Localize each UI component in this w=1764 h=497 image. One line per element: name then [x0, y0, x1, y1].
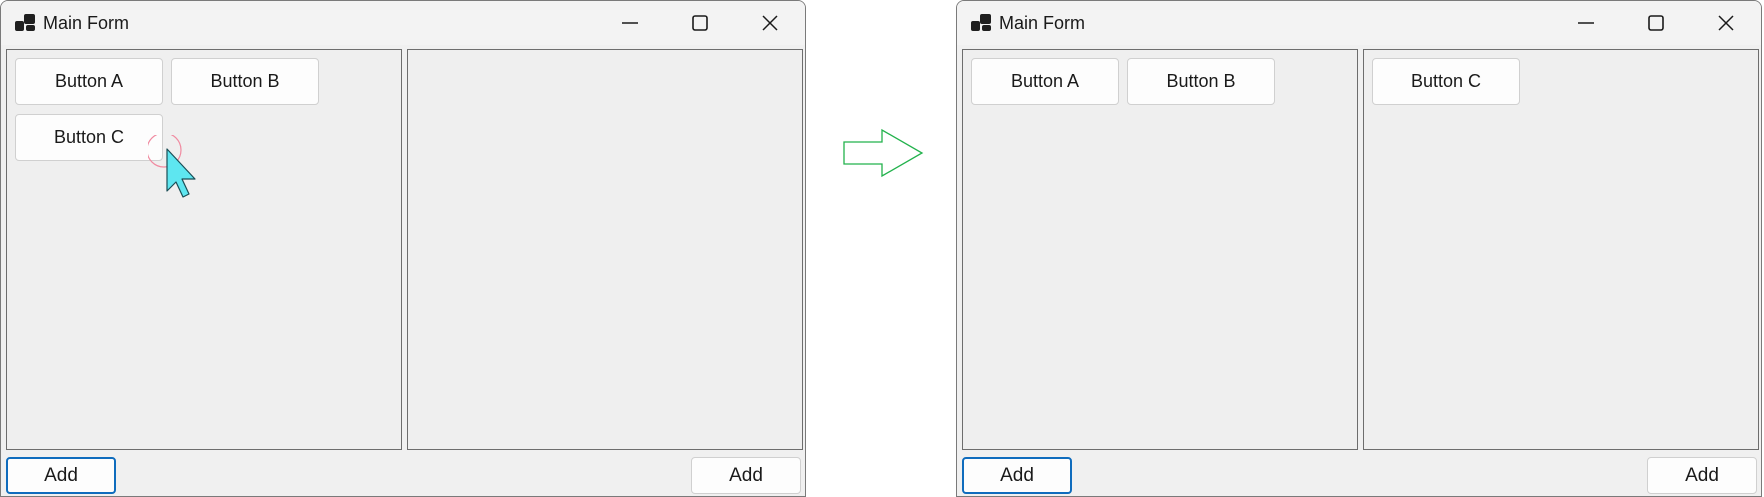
- app-icon: [971, 13, 991, 33]
- main-form-window-after: Main Form Button A Button B Button C Add…: [956, 0, 1762, 497]
- button-c[interactable]: Button C: [1372, 58, 1520, 105]
- main-form-window-before: Main Form Button A Button B Button C Add…: [0, 0, 806, 497]
- window-title: Main Form: [999, 13, 1086, 33]
- title-bar[interactable]: Main Form: [957, 1, 1761, 45]
- left-flow-panel: Button A Button B Button C: [6, 49, 402, 450]
- app-icon: [15, 13, 35, 33]
- button-b[interactable]: Button B: [171, 58, 319, 105]
- minimize-icon: [622, 22, 638, 24]
- right-arrow-icon: [843, 128, 924, 178]
- minimize-button[interactable]: [595, 1, 665, 45]
- minimize-icon: [1578, 22, 1594, 24]
- add-left-button[interactable]: Add: [962, 457, 1072, 494]
- add-left-button[interactable]: Add: [6, 457, 116, 494]
- button-a[interactable]: Button A: [15, 58, 163, 105]
- title-bar[interactable]: Main Form: [1, 1, 805, 45]
- button-b[interactable]: Button B: [1127, 58, 1275, 105]
- add-right-button[interactable]: Add: [691, 457, 801, 494]
- maximize-icon: [1648, 15, 1664, 31]
- mouse-cursor-icon: [148, 135, 196, 198]
- close-button[interactable]: [1691, 1, 1761, 45]
- add-right-button[interactable]: Add: [1647, 457, 1757, 494]
- maximize-button[interactable]: [1621, 1, 1691, 45]
- maximize-button[interactable]: [665, 1, 735, 45]
- close-icon: [762, 15, 778, 31]
- right-flow-panel: Button C: [1363, 49, 1759, 450]
- right-flow-panel: [407, 49, 803, 450]
- left-flow-panel: Button A Button B: [962, 49, 1358, 450]
- close-button[interactable]: [735, 1, 805, 45]
- button-c[interactable]: Button C: [15, 114, 163, 161]
- close-icon: [1718, 15, 1734, 31]
- maximize-icon: [692, 15, 708, 31]
- minimize-button[interactable]: [1551, 1, 1621, 45]
- button-a[interactable]: Button A: [971, 58, 1119, 105]
- window-title: Main Form: [43, 13, 130, 33]
